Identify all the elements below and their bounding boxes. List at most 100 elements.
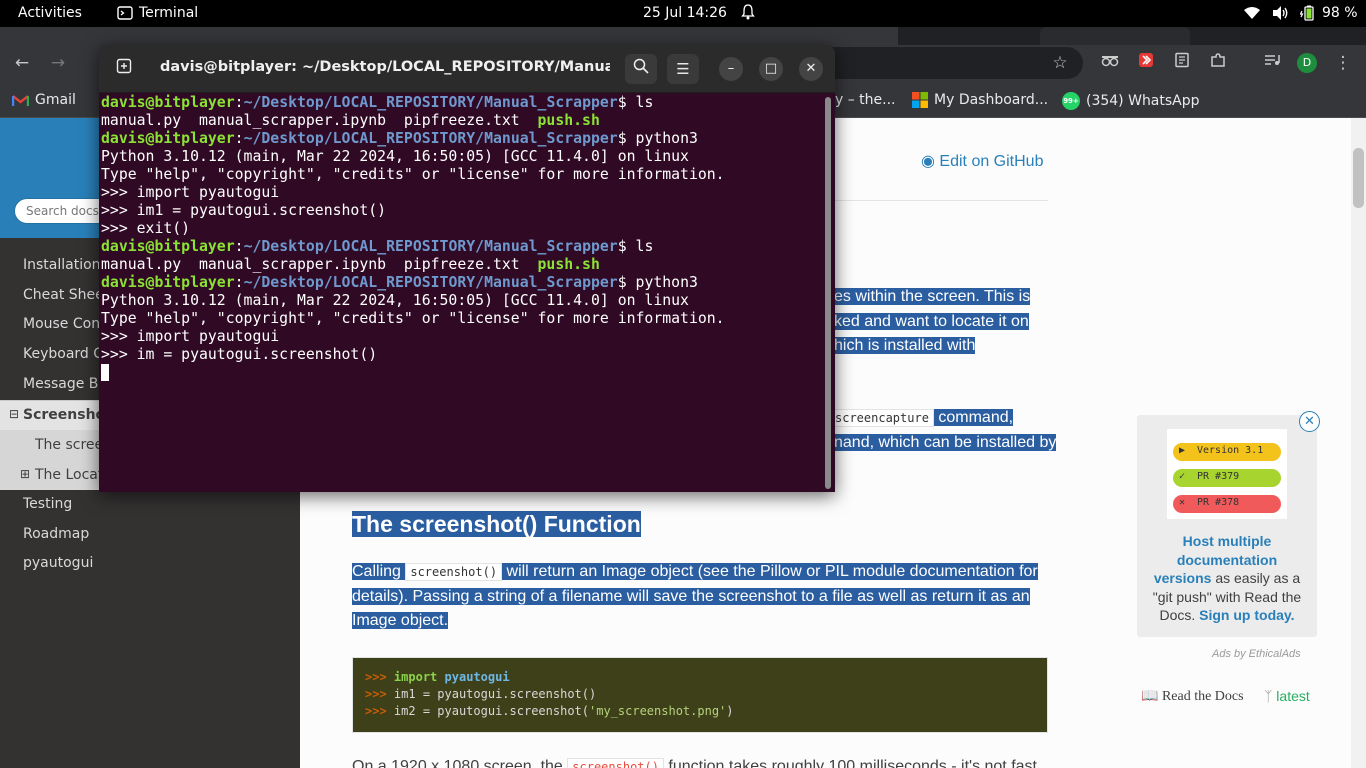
terminal-header-bar[interactable]: davis@bitplayer: ~/Desktop/LOCAL_REPOSIT… <box>99 45 835 93</box>
play-icon: ▶ <box>1179 445 1186 456</box>
terminal-line: >>> import pyautogui <box>101 184 280 201</box>
reading-list-icon[interactable] <box>1170 51 1194 75</box>
search-icon[interactable] <box>625 54 657 84</box>
bookmark-star-icon[interactable]: ☆ <box>1048 51 1072 75</box>
ads-by-ethicalads[interactable]: Ads by EthicalAds <box>1212 648 1301 660</box>
ad-text[interactable]: Host multiple documentation versions as … <box>1147 532 1307 625</box>
bookmark-dashboard[interactable]: My Dashboard... <box>912 92 1048 108</box>
text-fragment: nand, which can be installed by <box>834 434 1057 451</box>
check-icon: ✓ <box>1179 471 1186 482</box>
terminal-line: Type "help", "copyright", "credits" or "… <box>101 166 725 183</box>
x-icon: ✕ <box>1179 497 1186 508</box>
terminal-title: davis@bitplayer: ~/Desktop/LOCAL_REPOSIT… <box>160 59 610 75</box>
rtd-brand[interactable]: 📖 Read the Docs <box>1141 688 1244 705</box>
battery-percent: 98 % <box>1322 5 1358 21</box>
gmail-icon <box>12 94 29 106</box>
expand-icon: ⊞ <box>20 467 31 481</box>
nav-item-roadmap[interactable]: Roadmap <box>23 526 300 542</box>
extension-spy-icon[interactable] <box>1098 51 1122 75</box>
inline-code: screenshot() <box>567 758 664 768</box>
text-fragment: ked and want to locate it on <box>834 313 1029 330</box>
ad-pill-pr378: ✕ PR #378 <box>1173 495 1281 513</box>
extension-red-icon[interactable] <box>1134 51 1158 75</box>
terminal-line: davis@bitplayer:~/Desktop/LOCAL_REPOSITO… <box>101 238 654 255</box>
chrome-menu-icon[interactable]: ⋮ <box>1331 51 1355 75</box>
ad-pill-pr379: ✓ PR #379 <box>1173 469 1281 487</box>
terminal-window[interactable]: davis@bitplayer: ~/Desktop/LOCAL_REPOSIT… <box>99 45 835 492</box>
text-fragment: hich is installed with <box>834 337 976 354</box>
media-controls-icon[interactable] <box>1260 51 1284 75</box>
ad-pill-version: ▶ Version 3.1 <box>1173 443 1281 461</box>
terminal-line: manual.py manual_scrapper.ipynb pipfreez… <box>101 112 600 129</box>
terminal-line: Type "help", "copyright", "credits" or "… <box>101 310 725 327</box>
bookmark-gmail[interactable]: Gmail <box>12 92 76 108</box>
rtd-book-icon: 📖 <box>1141 689 1159 704</box>
inline-code: screencapture <box>830 409 934 427</box>
bookmark-gmail-label: Gmail <box>35 92 76 108</box>
terminal-line: Python 3.10.12 (main, Mar 22 2024, 16:50… <box>101 292 689 309</box>
text-fragment: will return an Image object (see the Pil… <box>502 563 1038 580</box>
activities-button[interactable]: Activities <box>18 5 82 21</box>
terminal-line: manual.py manual_scrapper.ipynb pipfreez… <box>101 256 600 273</box>
text-fragment: Image object. <box>352 612 449 629</box>
nav-item-pyautogui[interactable]: pyautogui <box>23 555 300 571</box>
battery-icon[interactable] <box>1299 5 1318 25</box>
terminal-line: >>> im1 = pyautogui.screenshot() <box>101 202 387 219</box>
collapse-icon: ⊟ <box>9 407 20 421</box>
volume-icon[interactable] <box>1272 5 1290 25</box>
terminal-line: davis@bitplayer:~/Desktop/LOCAL_REPOSITO… <box>101 130 698 147</box>
page-scrollbar[interactable] <box>1351 118 1366 768</box>
bookmark-partial[interactable]: y – the... <box>835 92 896 108</box>
browser-tab-strip <box>0 27 1366 45</box>
ad-close-icon[interactable]: ✕ <box>1299 411 1320 432</box>
code-block: >>> import pyautogui >>> im1 = pyautogui… <box>352 657 1048 733</box>
bell-icon <box>741 4 755 24</box>
browser-tab[interactable] <box>1040 27 1190 45</box>
bookmark-whatsapp-label: (354) WhatsApp <box>1086 93 1200 109</box>
nav-item-testing[interactable]: Testing <box>23 496 300 512</box>
whatsapp-icon: 99+ <box>1062 92 1080 110</box>
github-icon: ◉ <box>921 153 935 170</box>
inline-code: screenshot() <box>405 563 503 581</box>
text-fragment: command, <box>933 409 1014 426</box>
edit-on-github-link[interactable]: ◉ Edit on GitHub <box>921 151 1043 171</box>
terminal-line <box>101 364 823 382</box>
minimize-icon[interactable]: – <box>719 57 743 81</box>
bookmark-dashboard-label: My Dashboard... <box>934 92 1049 108</box>
text-fragment: Calling <box>352 563 406 580</box>
maximize-icon[interactable]: □ <box>759 57 783 81</box>
text-fragment: details). Passing a string of a filename… <box>352 588 1030 605</box>
wifi-icon[interactable] <box>1243 6 1261 24</box>
extensions-puzzle-icon[interactable] <box>1206 51 1230 75</box>
text-fragment: es within the screen. This is <box>834 288 1031 305</box>
app-menu-terminal[interactable]: Terminal <box>139 5 198 21</box>
terminal-line: Python 3.10.12 (main, Mar 22 2024, 16:50… <box>101 148 689 165</box>
back-icon[interactable]: ← <box>10 51 34 75</box>
page-scrollbar-thumb[interactable] <box>1353 148 1364 208</box>
ad-image[interactable]: ▶ Version 3.1 ✓ PR #379 ✕ PR #378 <box>1167 429 1287 519</box>
text-fragment: function takes roughly 100 milliseconds … <box>663 758 1037 768</box>
bookmark-whatsapp[interactable]: 99+ (354) WhatsApp <box>1062 92 1200 110</box>
text-fragment: On a 1920 x 1080 screen, the <box>352 758 568 768</box>
gnome-top-bar: Activities Terminal 25 Jul 14:26 98 % <box>0 0 1366 27</box>
edit-on-github-label: Edit on GitHub <box>939 153 1044 170</box>
terminal-line: >>> im = pyautogui.screenshot() <box>101 346 378 363</box>
new-tab-icon[interactable] <box>108 54 140 84</box>
terminal-line: davis@bitplayer:~/Desktop/LOCAL_REPOSITO… <box>101 274 698 291</box>
rtd-version-selector[interactable]: ᛉ latest <box>1264 688 1310 704</box>
branch-icon: ᛉ <box>1264 688 1273 704</box>
terminal-scrollbar[interactable] <box>825 97 831 489</box>
forward-icon[interactable]: → <box>46 51 70 75</box>
terminal-line: >>> import pyautogui <box>101 328 280 345</box>
terminal-output[interactable]: davis@bitplayer:~/Desktop/LOCAL_REPOSITO… <box>101 94 823 489</box>
terminal-app-icon <box>117 6 133 24</box>
clock[interactable]: 25 Jul 14:26 <box>643 5 727 21</box>
active-tab[interactable] <box>0 27 898 45</box>
terminal-line: davis@bitplayer:~/Desktop/LOCAL_REPOSITO… <box>101 94 654 111</box>
hamburger-menu-icon[interactable]: ☰ <box>667 54 699 84</box>
terminal-cursor <box>101 364 109 381</box>
section-heading: The screenshot() Function <box>352 511 641 537</box>
profile-avatar[interactable]: D <box>1297 53 1317 73</box>
close-icon[interactable]: ✕ <box>799 57 823 81</box>
microsoft-icon <box>912 92 928 108</box>
